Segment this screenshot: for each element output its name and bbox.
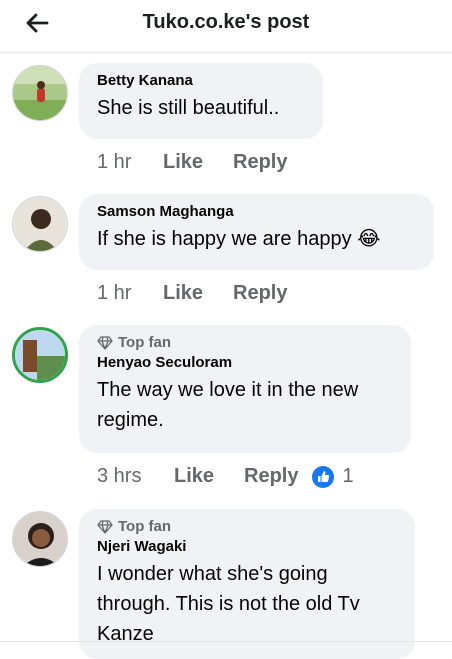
top-fan-label: Top fan	[118, 334, 172, 351]
comment-text: The way we love it in the new regime.	[97, 379, 359, 431]
comment-bubble: Top fan Henyao Seculoram The way we love…	[79, 325, 411, 453]
comment-actions: 1 hr Like Reply	[97, 282, 287, 305]
divider	[0, 641, 452, 642]
reply-button[interactable]: Reply	[233, 282, 287, 305]
comment-actions: 1 hr Like Reply	[97, 151, 287, 174]
reaction-count: 1	[342, 465, 354, 487]
avatar[interactable]	[12, 65, 68, 121]
reaction-summary[interactable]: 1	[312, 465, 354, 488]
comment-author[interactable]: Samson Maghanga	[97, 203, 418, 220]
comment-text: She is still beautiful..	[97, 97, 280, 119]
like-button[interactable]: Like	[163, 282, 233, 305]
post-header: Tuko.co.ke's post	[0, 0, 452, 53]
laughing-emoji-icon: 😂	[357, 228, 381, 250]
comment-actions: 3 hrs Like Reply 1	[97, 465, 354, 488]
page-title: Tuko.co.ke's post	[142, 11, 310, 33]
top-fan-badge: Top fan	[97, 334, 395, 351]
comment-time: 3 hrs	[97, 465, 142, 487]
comment-text: I wonder what she's going through. This …	[97, 563, 360, 645]
comment-text: If she is happy we are happy 😂	[97, 224, 418, 254]
comment-bubble: Samson Maghanga If she is happy we are h…	[79, 194, 434, 270]
comment-author[interactable]: Njeri Wagaki	[97, 538, 399, 555]
diamond-icon	[97, 335, 113, 350]
comment-time: 1 hr	[97, 282, 132, 304]
comment-text-content: If she is happy we are happy	[97, 228, 352, 250]
diamond-icon	[97, 519, 113, 534]
comment-author[interactable]: Henyao Seculoram	[97, 354, 395, 371]
comment-bubble: Top fan Njeri Wagaki I wonder what she's…	[79, 509, 415, 659]
like-button[interactable]: Like	[163, 151, 233, 174]
top-fan-label: Top fan	[118, 518, 172, 535]
avatar[interactable]	[12, 196, 68, 252]
comment-author[interactable]: Betty Kanana	[97, 72, 307, 89]
top-fan-badge: Top fan	[97, 518, 399, 535]
reply-button[interactable]: Reply	[244, 465, 298, 488]
comment-bubble: Betty Kanana She is still beautiful..	[79, 63, 323, 139]
avatar[interactable]	[12, 511, 68, 567]
like-button[interactable]: Like	[174, 465, 244, 488]
comment-time: 1 hr	[97, 151, 132, 173]
thumbs-up-icon	[312, 465, 335, 488]
reply-button[interactable]: Reply	[233, 151, 287, 174]
avatar[interactable]	[12, 327, 68, 383]
